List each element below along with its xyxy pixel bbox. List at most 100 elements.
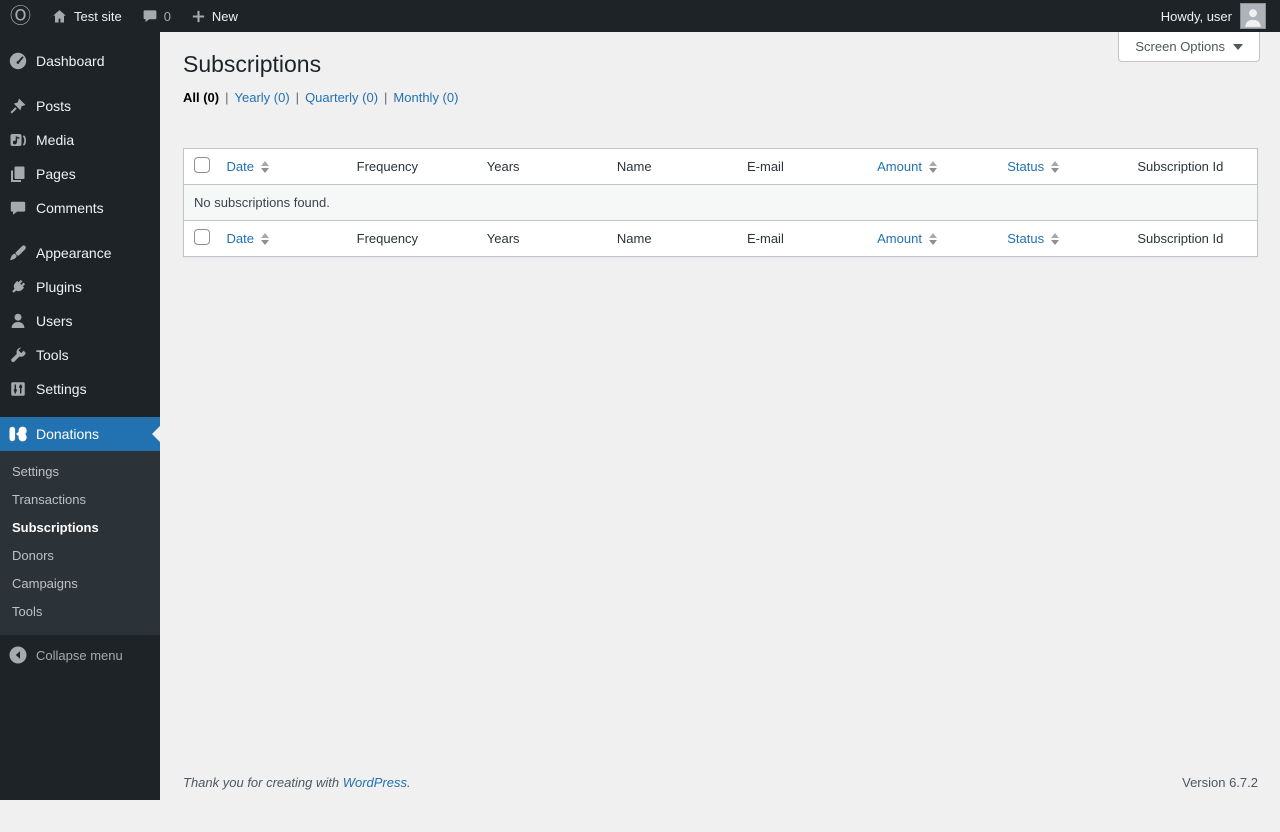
sidebar-item-label: Plugins [36, 279, 82, 295]
comment-bubble-icon [0, 199, 36, 217]
sidebar-item-label: Dashboard [36, 53, 105, 69]
footer-thanks-text: Thank you for creating with WordPress. [183, 775, 411, 790]
sidebar-item-users[interactable]: Users [0, 304, 160, 338]
chevron-down-icon [1233, 44, 1243, 50]
filter-quarterly[interactable]: Quarterly (0) [305, 90, 378, 105]
subscriptions-table: Date Frequency Years Name E-mail Amount [183, 148, 1258, 257]
menu-separator [0, 406, 160, 417]
subscription-filters: All (0) | Yearly (0) | Quarterly (0) | M… [183, 90, 1258, 105]
submenu-item-transactions[interactable]: Transactions [0, 486, 160, 514]
submenu-item-subscriptions[interactable]: Subscriptions [0, 514, 160, 542]
donations-plugin-icon [0, 424, 36, 444]
submenu-item-donors[interactable]: Donors [0, 542, 160, 570]
sidebar-item-label: Media [36, 132, 74, 148]
site-name-link[interactable]: Test site [41, 0, 132, 32]
select-all-checkbox[interactable] [194, 229, 210, 245]
sort-by-date-link[interactable]: Date [227, 231, 269, 246]
sidebar-item-tools[interactable]: Tools [0, 338, 160, 372]
sort-by-date-link[interactable]: Date [227, 159, 269, 174]
sidebar-item-appearance[interactable]: Appearance [0, 236, 160, 270]
sidebar-item-label: Users [36, 313, 73, 329]
sidebar-item-posts[interactable]: Posts [0, 89, 160, 123]
avatar [1240, 3, 1266, 29]
column-footer-subscription-id: Subscription Id [1127, 221, 1257, 257]
sort-arrows-icon [929, 233, 937, 245]
media-icon [0, 130, 36, 150]
sidebar-item-label: Tools [36, 347, 69, 363]
column-footer-email: E-mail [737, 221, 867, 257]
sidebar-item-label: Posts [36, 98, 71, 114]
my-account-menu[interactable]: Howdy, user [1153, 0, 1274, 32]
column-footer-amount: Amount [867, 221, 997, 257]
new-content-menu[interactable]: New [181, 0, 248, 32]
submenu-item-tools[interactable]: Tools [0, 598, 160, 626]
column-header-years: Years [477, 149, 607, 185]
sort-by-status-link[interactable]: Status [1007, 231, 1059, 246]
sidebar-item-media[interactable]: Media [0, 123, 160, 157]
paintbrush-icon [0, 243, 36, 263]
empty-message: No subscriptions found. [184, 185, 1258, 221]
select-all-column [184, 221, 217, 257]
new-label: New [212, 9, 238, 24]
column-header-name: Name [607, 149, 737, 185]
submenu-item-campaigns[interactable]: Campaigns [0, 570, 160, 598]
sidebar-item-label: Donations [36, 426, 99, 442]
sort-arrows-icon [929, 161, 937, 173]
wordpress-link[interactable]: WordPress [343, 775, 407, 790]
admin-sidebar: Dashboard Posts Media Pages Comments App… [0, 32, 160, 800]
screen-options-button[interactable]: Screen Options [1118, 32, 1260, 62]
filter-all[interactable]: All (0) [183, 90, 219, 105]
sidebar-item-plugins[interactable]: Plugins [0, 270, 160, 304]
comments-count: 0 [164, 9, 171, 24]
select-all-column [184, 149, 217, 185]
main-content: Screen Options Subscriptions All (0) | Y… [160, 32, 1280, 800]
home-icon [51, 8, 68, 25]
sidebar-item-pages[interactable]: Pages [0, 157, 160, 191]
select-all-checkbox[interactable] [194, 157, 210, 173]
sort-arrows-icon [1051, 161, 1059, 173]
column-header-email: E-mail [737, 149, 867, 185]
settings-sliders-icon [0, 380, 36, 398]
howdy-label: Howdy, user [1161, 9, 1232, 24]
sort-arrows-icon [261, 161, 269, 173]
filter-yearly[interactable]: Yearly (0) [235, 90, 290, 105]
sort-by-amount-link[interactable]: Amount [877, 231, 937, 246]
sidebar-item-label: Settings [36, 381, 87, 397]
submenu-item-settings[interactable]: Settings [0, 458, 160, 486]
column-footer-status: Status [997, 221, 1127, 257]
column-header-frequency: Frequency [347, 149, 477, 185]
filter-separator: | [296, 90, 299, 105]
column-header-amount: Amount [867, 149, 997, 185]
filter-separator: | [225, 90, 228, 105]
site-name-label: Test site [74, 9, 122, 24]
sidebar-item-comments[interactable]: Comments [0, 191, 160, 225]
sidebar-item-label: Appearance [36, 245, 112, 261]
comment-bubble-icon [142, 8, 158, 24]
sidebar-item-settings[interactable]: Settings [0, 372, 160, 406]
column-footer-date: Date [217, 221, 347, 257]
sort-by-amount-link[interactable]: Amount [877, 159, 937, 174]
wordpress-logo-icon: Ⓞ [10, 6, 31, 27]
sidebar-item-donations[interactable]: Donations [0, 417, 160, 451]
donations-submenu: Settings Transactions Subscriptions Dono… [0, 451, 160, 635]
table-footer-row: Date Frequency Years Name E-mail Amount [184, 221, 1258, 257]
comments-shortcut[interactable]: 0 [132, 0, 181, 32]
screen-options-label: Screen Options [1135, 39, 1225, 54]
wrench-icon [0, 345, 36, 365]
sidebar-item-dashboard[interactable]: Dashboard [0, 44, 160, 78]
sort-arrows-icon [1051, 233, 1059, 245]
plug-icon [0, 277, 36, 297]
filter-monthly[interactable]: Monthly (0) [393, 90, 458, 105]
sidebar-item-label: Pages [36, 166, 76, 182]
column-footer-name: Name [607, 221, 737, 257]
admin-footer: Thank you for creating with WordPress. V… [183, 775, 1258, 790]
column-header-status: Status [997, 149, 1127, 185]
plus-icon [191, 9, 206, 24]
empty-table-row: No subscriptions found. [184, 185, 1258, 221]
wordpress-logo-menu[interactable]: Ⓞ [0, 0, 41, 32]
version-label: Version 6.7.2 [1182, 775, 1258, 790]
menu-separator [0, 225, 160, 236]
sort-by-status-link[interactable]: Status [1007, 159, 1059, 174]
column-header-date: Date [217, 149, 347, 185]
collapse-menu-button[interactable]: Collapse menu [0, 641, 160, 669]
